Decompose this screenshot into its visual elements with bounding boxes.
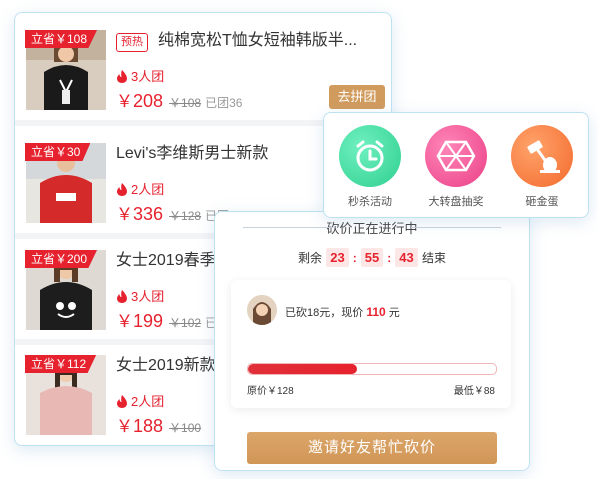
bargain-card: 砍价正在进行中 剩余 23:55:43 结束 已砍18元，现价 110 元 原价… — [214, 211, 530, 471]
bargain-progress-bar — [247, 363, 497, 375]
group-size: 2人团 — [116, 182, 164, 198]
cut-suffix: 元 — [388, 307, 400, 319]
currency-symbol: ￥ — [116, 312, 133, 331]
current-price: 188 — [133, 416, 164, 436]
original-price: ￥108 — [169, 96, 202, 110]
product-title[interactable]: 纯棉宽松T恤女短袖韩版半... — [158, 30, 358, 52]
activity-label: 秒杀活动 — [348, 196, 392, 208]
avatar — [247, 295, 277, 325]
group-size-label: 2人团 — [131, 394, 165, 409]
original-price: ￥102 — [169, 316, 202, 330]
countdown-hours: 23 — [326, 248, 349, 267]
save-badge: 立省￥112 — [25, 355, 97, 373]
group-size: 3人团 — [116, 289, 164, 305]
cut-prefix: 已砍18元，现价 — [285, 307, 364, 319]
activity-panel: 秒杀活动 大转盘抽奖 砸金蛋 — [323, 112, 589, 218]
fire-icon — [117, 183, 127, 196]
presale-tag: 预热 — [116, 33, 148, 52]
fire-icon — [117, 290, 127, 303]
countdown-minutes: 55 — [360, 248, 384, 267]
lowest-price-label: 最低￥88 — [453, 386, 495, 397]
save-badge: 立省￥30 — [25, 143, 91, 161]
current-price: 336 — [133, 204, 164, 224]
original-price: ￥100 — [169, 421, 202, 435]
remain-label: 剩余 — [297, 251, 322, 265]
price: ￥199 ￥102 已 — [116, 311, 217, 333]
currency-symbol: ￥ — [116, 92, 133, 111]
original-price: ￥128 — [169, 209, 202, 223]
golden-egg-hammer-icon[interactable] — [511, 125, 573, 187]
progress-fill — [248, 364, 358, 374]
save-badge: 立省￥108 — [25, 30, 98, 48]
fire-icon — [117, 70, 127, 83]
group-size: 2人团 — [116, 394, 164, 410]
alarm-clock-icon[interactable] — [339, 125, 401, 187]
currency-symbol: ￥ — [116, 205, 133, 224]
end-label: 结束 — [422, 251, 447, 265]
bargain-progress-card: 已砍18元，现价 110 元 原价￥128 最低￥88 — [231, 280, 511, 408]
activity-lucky-wheel[interactable]: 大转盘抽奖 — [416, 125, 496, 209]
activity-label: 大转盘抽奖 — [428, 196, 484, 208]
group-size-label: 3人团 — [131, 69, 165, 84]
invite-friends-button[interactable]: 邀请好友帮忙砍价 — [247, 432, 497, 464]
current-price: 208 — [133, 91, 164, 111]
join-group-button[interactable]: 去拼团 — [329, 85, 385, 109]
bargain-status: 已砍18元，现价 110 元 — [285, 304, 400, 320]
list-item[interactable]: 立省￥108 预热 纯棉宽松T恤女短袖韩版半... 3人团 ￥208 ￥108 已团… — [15, 13, 391, 120]
bargain-heading: 砍价正在进行中 — [215, 218, 529, 237]
price: ￥208 ￥108 已团36 — [116, 91, 242, 113]
prize-wheel-icon[interactable] — [425, 125, 487, 187]
currency-symbol: ￥ — [116, 417, 133, 436]
sold-count: 已团36 — [205, 96, 243, 110]
current-price: 110 — [366, 305, 386, 319]
group-size-label: 3人团 — [131, 289, 165, 304]
activity-label: 砸金蛋 — [525, 196, 559, 208]
current-price: 199 — [133, 311, 164, 331]
countdown: 剩余 23:55:43 结束 — [297, 248, 447, 267]
original-price-label: 原价￥128 — [247, 386, 294, 397]
price: ￥188 ￥100 — [116, 416, 205, 438]
activity-golden-egg[interactable]: 砸金蛋 — [502, 125, 582, 209]
group-size: 3人团 — [116, 69, 164, 85]
save-badge: 立省￥200 — [25, 250, 98, 268]
group-size-label: 2人团 — [131, 182, 165, 197]
countdown-seconds: 43 — [395, 248, 418, 267]
activity-flash-sale[interactable]: 秒杀活动 — [330, 125, 410, 209]
fire-icon — [117, 395, 127, 408]
